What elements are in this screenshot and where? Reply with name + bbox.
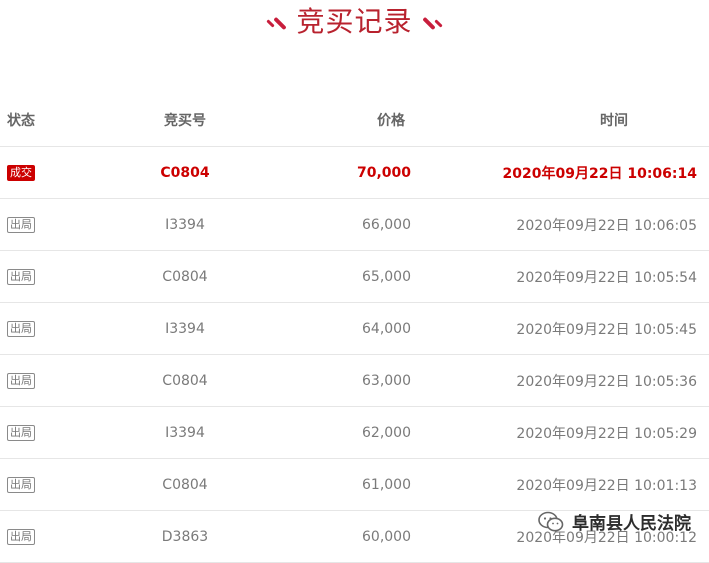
table-header-row: 状态 竞买号 价格 时间 — [0, 94, 709, 147]
bid-no-cell: C0804 — [111, 146, 259, 199]
status-badge: 出局 — [7, 373, 35, 389]
time-cell: 2020年09月22日 10:05:29 — [411, 406, 709, 459]
price-cell: 65,000 — [259, 250, 411, 303]
status-badge: 出局 — [7, 425, 35, 441]
bid-no-cell: I3394 — [111, 406, 259, 459]
table-row: 出局 C0804 61,000 2020年09月22日 10:01:13 — [0, 458, 709, 511]
status-cell: 成交 — [0, 146, 111, 199]
price-cell: 63,000 — [259, 354, 411, 407]
price-cell: 70,000 — [259, 146, 411, 199]
price-cell: 64,000 — [259, 302, 411, 355]
status-badge: 出局 — [7, 477, 35, 493]
bid-no-cell: C0804 — [111, 250, 259, 303]
table-row: 出局 C0804 63,000 2020年09月22日 10:05:36 — [0, 354, 709, 407]
status-cell: 出局 — [0, 354, 111, 407]
bid-records-table: 状态 竞买号 价格 时间 成交 C0804 70,000 2020年09月22日 10… — [0, 94, 709, 563]
decor-dash-icon — [273, 16, 288, 30]
header-price: 价格 — [259, 94, 411, 147]
status-badge: 出局 — [7, 529, 35, 545]
price-cell: 61,000 — [259, 458, 411, 511]
page-header: 竞买记录 — [0, 0, 709, 44]
time-cell: 2020年09月22日 10:06:05 — [411, 198, 709, 251]
price-cell: 62,000 — [259, 406, 411, 459]
table-row: 出局 I3394 64,000 2020年09月22日 10:05:45 — [0, 302, 709, 355]
status-cell: 出局 — [0, 302, 111, 355]
table-row: 出局 I3394 62,000 2020年09月22日 10:05:29 — [0, 406, 709, 459]
watermark: 阜南县人民法院 — [538, 509, 691, 534]
status-cell: 出局 — [0, 198, 111, 251]
time-cell: 2020年09月22日 10:05:45 — [411, 302, 709, 355]
decor-dash-icon — [421, 16, 436, 30]
header-bid-no: 竞买号 — [111, 94, 259, 147]
time-cell: 2020年09月22日 10:01:13 — [411, 458, 709, 511]
left-decoration — [266, 16, 288, 31]
header-time: 时间 — [411, 94, 709, 147]
table-row: 出局 I3394 66,000 2020年09月22日 10:06:05 — [0, 198, 709, 251]
table-row: 成交 C0804 70,000 2020年09月22日 10:06:14 — [0, 146, 709, 199]
bid-no-cell: C0804 — [111, 354, 259, 407]
watermark-text: 阜南县人民法院 — [572, 514, 691, 534]
wechat-icon — [538, 511, 564, 531]
right-decoration — [421, 16, 443, 31]
time-cell: 2020年09月22日 10:06:14 — [411, 146, 709, 199]
status-badge: 出局 — [7, 321, 35, 337]
status-badge: 成交 — [7, 165, 35, 181]
table-row: 出局 C0804 65,000 2020年09月22日 10:05:54 — [0, 250, 709, 303]
bid-no-cell: C0804 — [111, 458, 259, 511]
time-cell: 2020年09月22日 10:05:36 — [411, 354, 709, 407]
status-cell: 出局 — [0, 406, 111, 459]
bid-no-cell: I3394 — [111, 198, 259, 251]
bid-no-cell: I3394 — [111, 302, 259, 355]
status-badge: 出局 — [7, 217, 35, 233]
status-cell: 出局 — [0, 510, 111, 563]
time-cell: 2020年09月22日 10:05:54 — [411, 250, 709, 303]
status-badge: 出局 — [7, 269, 35, 285]
price-cell: 60,000 — [259, 510, 411, 563]
status-cell: 出局 — [0, 250, 111, 303]
header-status: 状态 — [0, 94, 111, 147]
page-title: 竞买记录 — [296, 5, 413, 38]
status-cell: 出局 — [0, 458, 111, 511]
bid-no-cell: D3863 — [111, 510, 259, 563]
price-cell: 66,000 — [259, 198, 411, 251]
